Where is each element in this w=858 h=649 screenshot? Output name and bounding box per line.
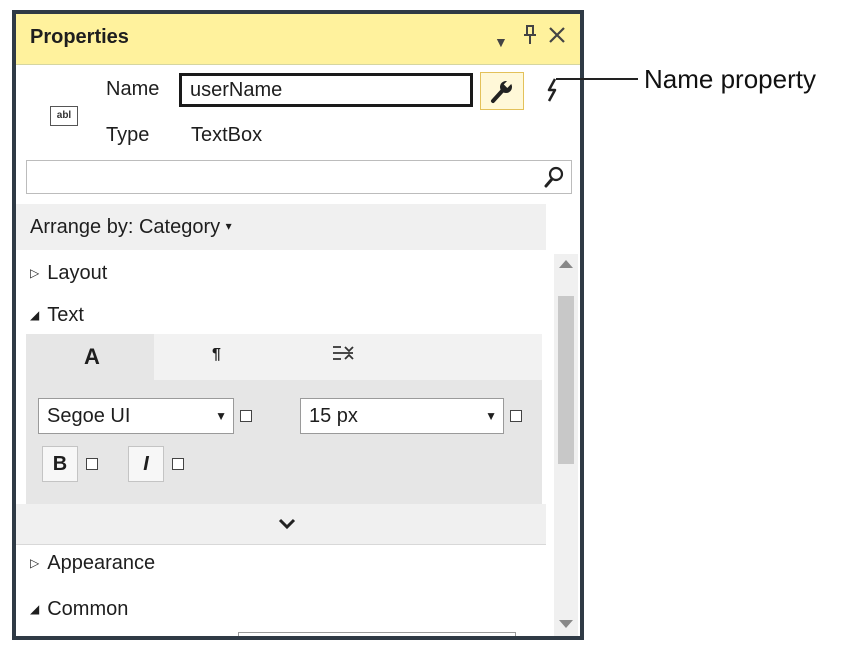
pin-icon[interactable] [522, 24, 538, 54]
panel-title: Properties [30, 26, 129, 48]
name-field[interactable]: userName [179, 73, 473, 107]
arrange-by-bar[interactable]: Arrange by: Category ▾ [16, 204, 546, 250]
property-search-input[interactable] [26, 160, 572, 194]
tab-indent[interactable] [332, 344, 354, 369]
collapse-triangle-icon: ◢ [30, 308, 40, 322]
scroll-down-icon[interactable] [559, 620, 573, 628]
expand-triangle-icon: ▷ [30, 556, 40, 570]
font-size-value: 15 px [309, 405, 358, 427]
callout-label: Name property [644, 64, 816, 94]
properties-view-button[interactable] [480, 72, 524, 110]
common-property-field[interactable] [238, 632, 516, 636]
search-icon[interactable] [543, 165, 565, 189]
arrange-by-label[interactable]: Arrange by: Category ▾ [30, 216, 232, 239]
chevron-down-icon: ▼ [485, 409, 497, 423]
font-size-select[interactable]: 15 px ▼ [300, 398, 504, 434]
text-advanced-expander[interactable] [16, 504, 546, 545]
font-size-property-marker[interactable] [510, 410, 522, 422]
type-label: Type [106, 124, 150, 146]
font-tab-icon: A [84, 344, 100, 369]
name-label: Name [106, 78, 160, 100]
category-appearance[interactable]: ▷ Appearance [30, 552, 155, 575]
collapse-triangle-icon: ◢ [30, 602, 40, 616]
indent-icon [333, 346, 354, 360]
font-family-value: Segoe UI [47, 405, 131, 427]
close-icon[interactable] [548, 24, 566, 52]
tab-paragraph[interactable]: ¶ [212, 346, 221, 364]
properties-panel: Properties ▼ abl Name userName Type Text… [12, 10, 584, 640]
expand-triangle-icon: ▷ [30, 266, 40, 280]
bold-property-marker[interactable] [86, 458, 98, 470]
font-family-select[interactable]: Segoe UI ▼ [38, 398, 234, 434]
wrench-icon [491, 78, 513, 103]
scrollbar-thumb[interactable] [558, 296, 574, 464]
category-layout[interactable]: ▷ Layout [30, 262, 107, 285]
chevron-down-icon: ▼ [215, 409, 227, 423]
tab-font[interactable]: A [26, 334, 154, 380]
bold-button[interactable]: B [42, 446, 78, 482]
scroll-up-icon[interactable] [559, 260, 573, 268]
font-family-property-marker[interactable] [240, 410, 252, 422]
arrange-dropdown-icon[interactable]: ▾ [226, 219, 232, 233]
dropdown-arrow-icon[interactable]: ▼ [494, 28, 508, 56]
italic-button[interactable]: I [128, 446, 164, 482]
textbox-type-icon: abl [50, 106, 78, 126]
category-text[interactable]: ◢ Text [30, 304, 84, 327]
panel-titlebar: Properties ▼ [16, 14, 580, 65]
category-common[interactable]: ◢ Common [30, 598, 128, 621]
type-value: TextBox [191, 124, 263, 146]
callout-line [556, 78, 638, 80]
italic-property-marker[interactable] [172, 458, 184, 470]
chevron-down-icon [278, 518, 296, 530]
